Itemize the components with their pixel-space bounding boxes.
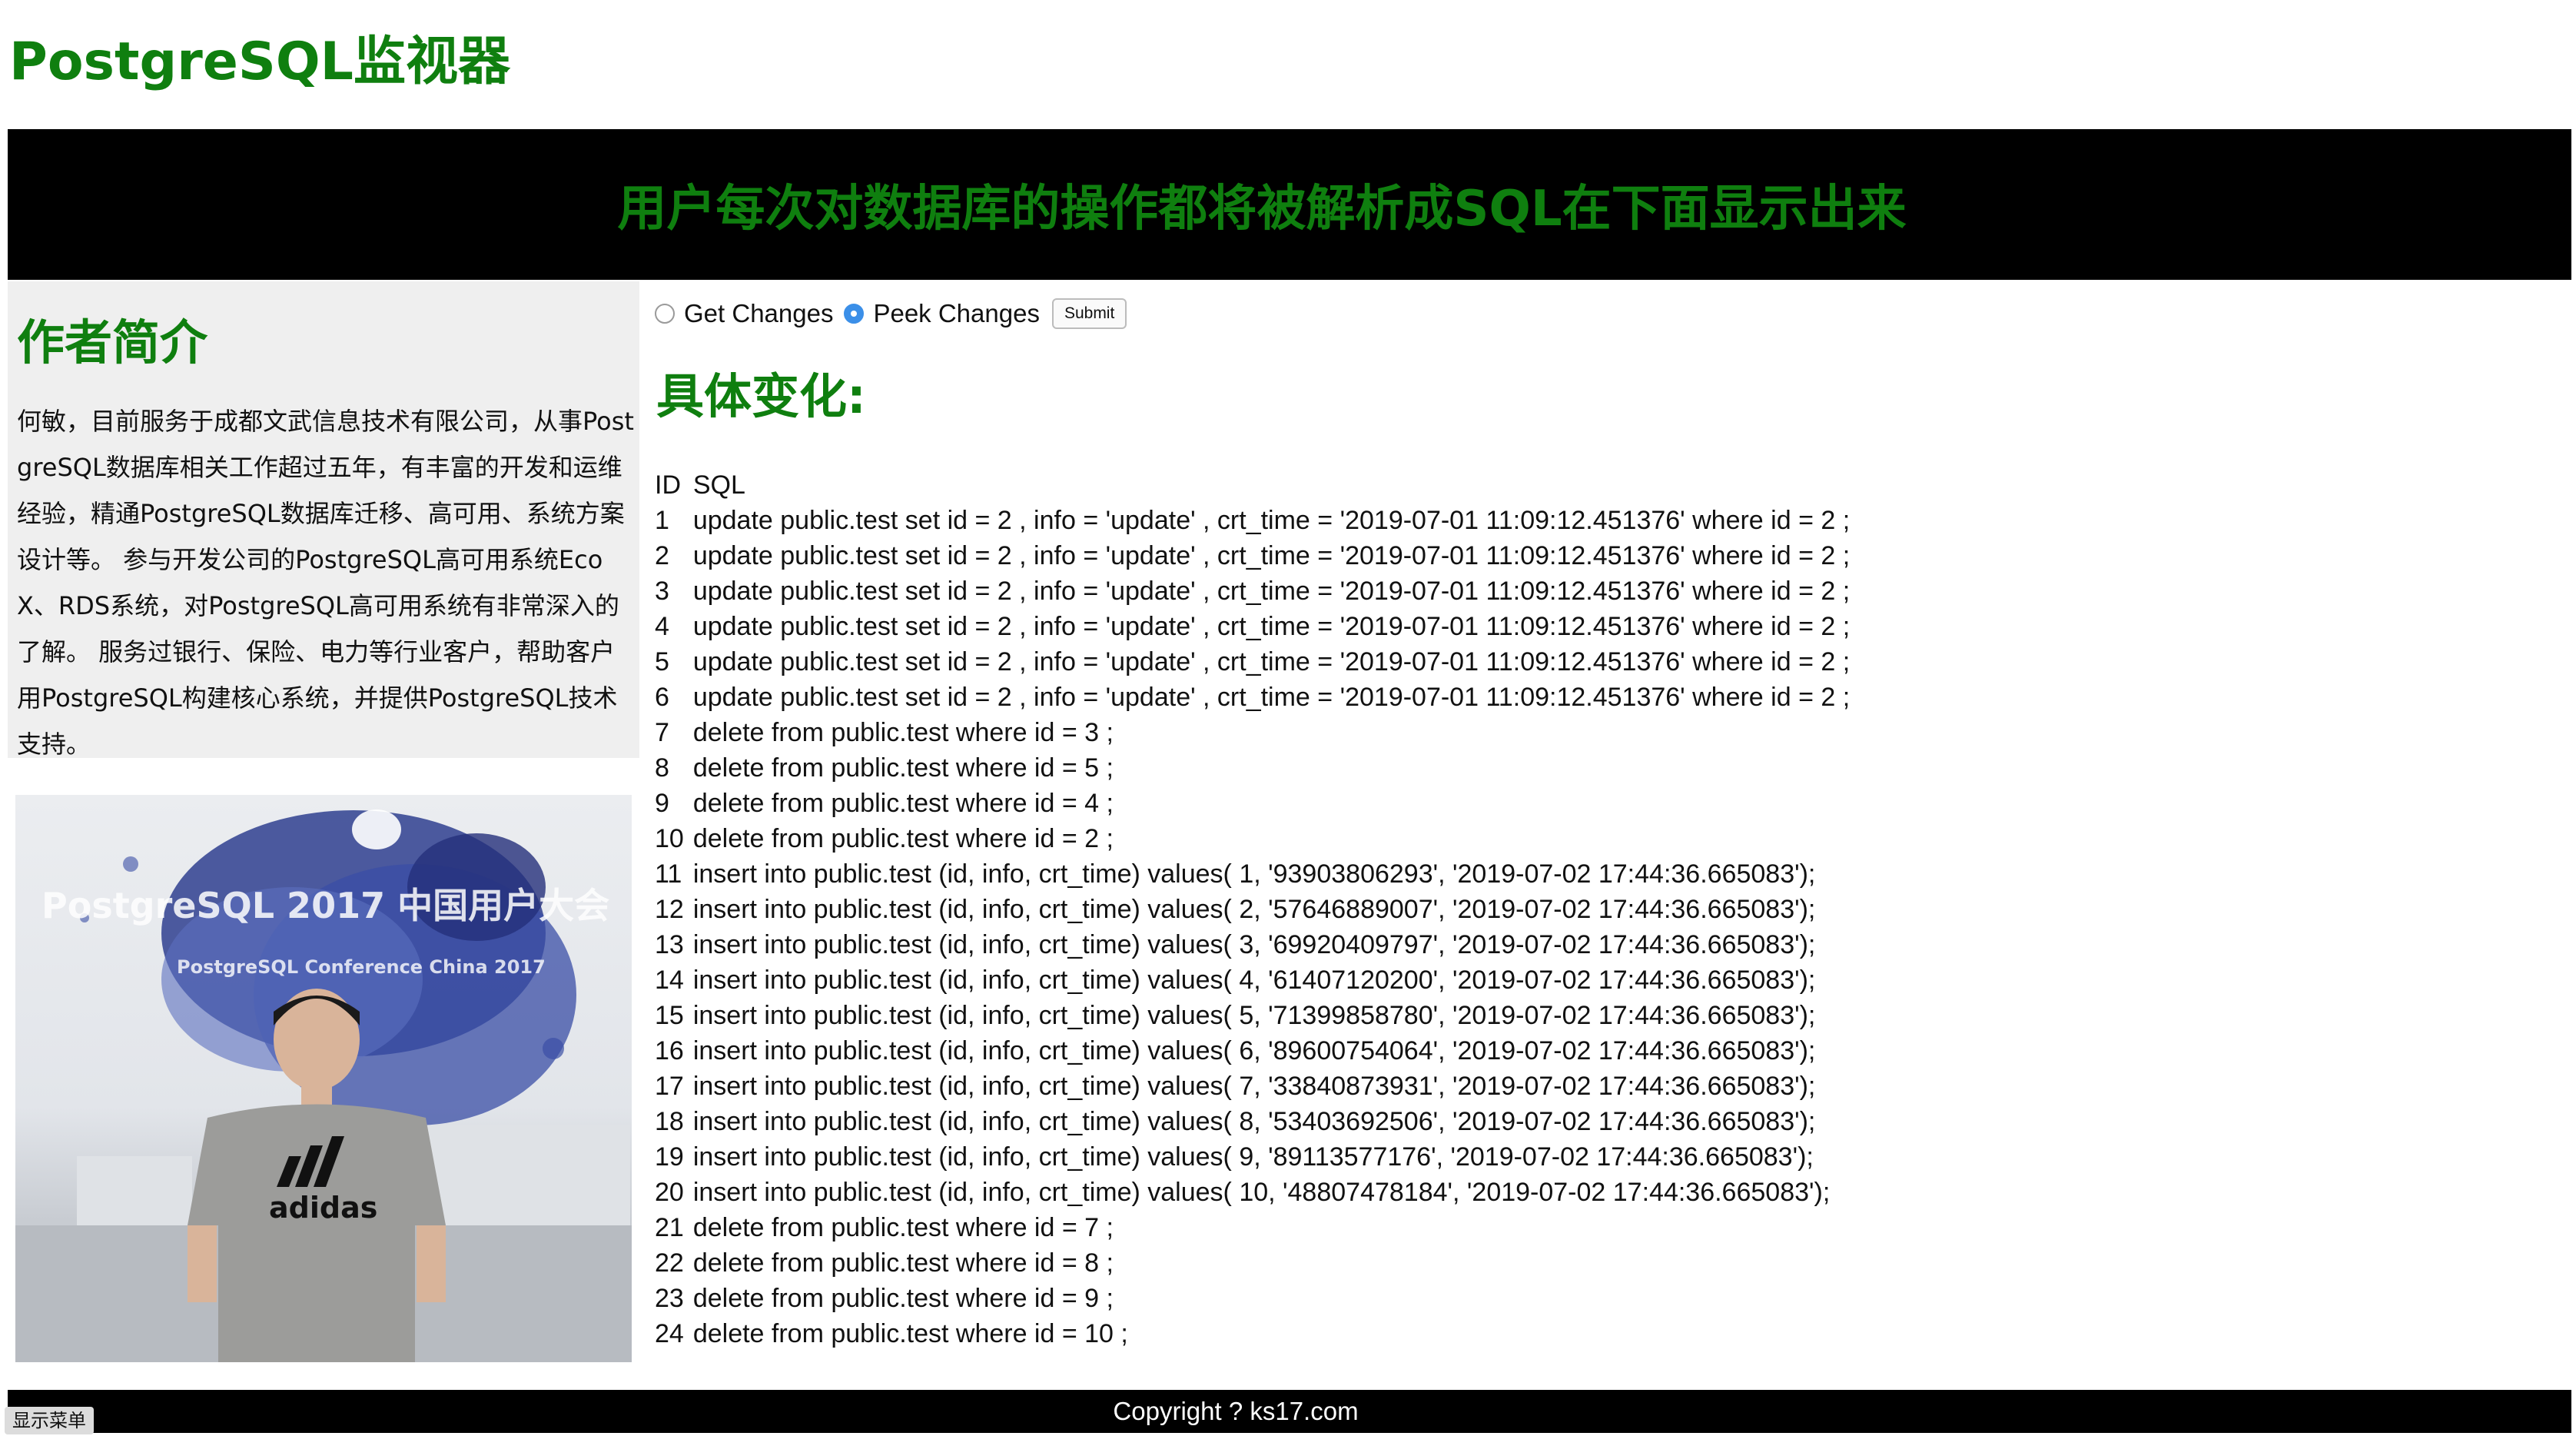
row-sql: insert into public.test (id, info, crt_t… xyxy=(692,930,1816,959)
photo-banner-text: PostgreSQL 2017 中国用户大会（大 xyxy=(41,885,632,926)
row-id: 20 xyxy=(655,1178,684,1207)
row-id: 4 xyxy=(655,612,669,641)
site-title: PostgreSQL监视器 xyxy=(9,32,510,92)
row-sql: insert into public.test (id, info, crt_t… xyxy=(692,895,1816,924)
author-bio: 何敏，目前服务于成都文武信息技术有限公司，从事PostgreSQL数据库相关工作… xyxy=(17,407,634,759)
row-id: 3 xyxy=(655,577,669,606)
row-sql: delete from public.test where id = 2 ; xyxy=(692,824,1114,853)
row-sql: update public.test set id = 2 , info = '… xyxy=(692,647,1851,676)
row-sql: insert into public.test (id, info, crt_t… xyxy=(692,859,1816,889)
row-sql: update public.test set id = 2 , info = '… xyxy=(692,683,1851,712)
row-sql: delete from public.test where id = 3 ; xyxy=(692,718,1114,747)
table-row: 16 insert into public.test (id, info, crt… xyxy=(655,1033,1850,1069)
row-id: 9 xyxy=(655,789,669,818)
row-id: 10 xyxy=(655,824,684,853)
row-id: 23 xyxy=(655,1284,684,1313)
footer: Copyright ? ks17.com xyxy=(8,1390,2571,1433)
shirt-logo-text: adidas xyxy=(269,1191,377,1225)
row-id: 14 xyxy=(655,966,684,995)
table-row: 11 insert into public.test (id, info, crt… xyxy=(655,856,1850,892)
row-sql: delete from public.test where id = 4 ; xyxy=(692,789,1114,818)
row-id: 18 xyxy=(655,1107,684,1136)
row-sql: insert into public.test (id, info, crt_t… xyxy=(692,1178,1831,1207)
table-row: 5 update public.test set id = 2 , info = … xyxy=(655,644,1850,680)
table-row: 12 insert into public.test (id, info, crt… xyxy=(655,892,1850,927)
row-id: 7 xyxy=(655,718,669,747)
table-row: 13 insert into public.test (id, info, crt… xyxy=(655,927,1850,962)
row-id: 13 xyxy=(655,930,684,959)
table-row: 22 delete from public.test where id = 8 ; xyxy=(655,1245,1850,1281)
table-row: 19 insert into public.test (id, info, crt… xyxy=(655,1139,1850,1175)
author-sidebar: 作者简介 何敏，目前服务于成都文武信息技术有限公司，从事PostgreSQL数据… xyxy=(8,281,639,759)
row-id: 5 xyxy=(655,647,669,676)
row-sql: update public.test set id = 2 , info = '… xyxy=(692,506,1851,535)
row-sql: insert into public.test (id, info, crt_t… xyxy=(692,966,1816,995)
row-sql: delete from public.test where id = 10 ; xyxy=(692,1319,1128,1348)
table-row: 24 delete from public.test where id = 10 … xyxy=(655,1316,1850,1351)
banner-text: 用户每次对数据库的操作都将被解析成SQL在下面显示出来 xyxy=(617,181,1907,238)
table-row: 17 insert into public.test (id, info, crt… xyxy=(655,1069,1850,1104)
table-row: 15 insert into public.test (id, info, crt… xyxy=(655,998,1850,1033)
row-id: 1 xyxy=(655,506,669,535)
table-row: 10 delete from public.test where id = 2 ; xyxy=(655,821,1850,856)
row-sql: insert into public.test (id, info, crt_t… xyxy=(692,1142,1814,1172)
table-body: 1 update public.test set id = 2 , info = … xyxy=(655,503,1850,1351)
table-row: 9 delete from public.test where id = 4 ; xyxy=(655,786,1850,821)
table-row: 6 update public.test set id = 2 , info = … xyxy=(655,680,1850,715)
column-header-sql: SQL xyxy=(692,470,745,500)
row-sql: delete from public.test where id = 7 ; xyxy=(692,1213,1114,1242)
row-sql: update public.test set id = 2 , info = '… xyxy=(692,577,1851,606)
table-row: 2 update public.test set id = 2 , info = … xyxy=(655,538,1850,573)
table-row: 14 insert into public.test (id, info, crt… xyxy=(655,962,1850,998)
copyright-text: Copyright ? ks17.com xyxy=(1113,1397,1359,1425)
get-changes-radio[interactable] xyxy=(655,304,675,324)
table-row: 21 delete from public.test where id = 7 ; xyxy=(655,1210,1850,1245)
show-menu-button[interactable]: 显示菜单 xyxy=(5,1407,94,1434)
row-id: 16 xyxy=(655,1036,684,1065)
submit-button[interactable]: Submit xyxy=(1051,298,1127,329)
row-id: 12 xyxy=(655,895,684,924)
row-sql: insert into public.test (id, info, crt_t… xyxy=(692,1072,1816,1101)
table-header-row: ID SQL xyxy=(655,467,1850,503)
get-changes-label[interactable]: Get Changes xyxy=(684,299,833,328)
row-id: 6 xyxy=(655,683,669,712)
row-id: 22 xyxy=(655,1248,684,1278)
author-photo: PostgreSQL 2017 中国用户大会（大 PostgreSQL Conf… xyxy=(15,795,632,1362)
author-title: 作者简介 xyxy=(17,314,208,371)
row-id: 21 xyxy=(655,1213,684,1242)
sql-changes-table: ID SQL 1 update public.test set id = 2 , … xyxy=(655,467,1850,1351)
table-row: 20 insert into public.test (id, info, crt… xyxy=(655,1175,1850,1210)
changes-title: 具体变化: xyxy=(656,368,866,424)
table-row: 4 update public.test set id = 2 , info = … xyxy=(655,609,1850,644)
table-row: 3 update public.test set id = 2 , info = … xyxy=(655,573,1850,609)
photo-sub-text: PostgreSQL Conference China 2017 xyxy=(177,956,546,978)
row-sql: delete from public.test where id = 8 ; xyxy=(692,1248,1114,1278)
row-sql: insert into public.test (id, info, crt_t… xyxy=(692,1036,1816,1065)
row-id: 17 xyxy=(655,1072,684,1101)
row-id: 15 xyxy=(655,1001,684,1030)
table-row: 8 delete from public.test where id = 5 ; xyxy=(655,750,1850,786)
row-sql: update public.test set id = 2 , info = '… xyxy=(692,612,1851,641)
row-id: 2 xyxy=(655,541,669,570)
row-sql: delete from public.test where id = 9 ; xyxy=(692,1284,1114,1313)
header-banner: 用户每次对数据库的操作都将被解析成SQL在下面显示出来 xyxy=(8,129,2571,280)
row-sql: insert into public.test (id, info, crt_t… xyxy=(692,1001,1816,1030)
row-id: 8 xyxy=(655,753,669,783)
change-mode-form: Get Changes Peek Changes Submit xyxy=(655,295,1127,332)
row-id: 19 xyxy=(655,1142,684,1172)
row-sql: insert into public.test (id, info, crt_t… xyxy=(692,1107,1816,1136)
peek-changes-radio[interactable] xyxy=(844,304,865,324)
row-sql: delete from public.test where id = 5 ; xyxy=(692,753,1114,783)
table-row: 23 delete from public.test where id = 9 ; xyxy=(655,1281,1850,1316)
row-id: 11 xyxy=(655,859,682,889)
column-header-id: ID xyxy=(655,470,681,500)
table-row: 1 update public.test set id = 2 , info = … xyxy=(655,503,1850,538)
table-row: 7 delete from public.test where id = 3 ; xyxy=(655,715,1850,750)
table-row: 18 insert into public.test (id, info, crt… xyxy=(655,1104,1850,1139)
row-id: 24 xyxy=(655,1319,684,1348)
peek-changes-label[interactable]: Peek Changes xyxy=(873,299,1039,328)
row-sql: update public.test set id = 2 , info = '… xyxy=(692,541,1851,570)
